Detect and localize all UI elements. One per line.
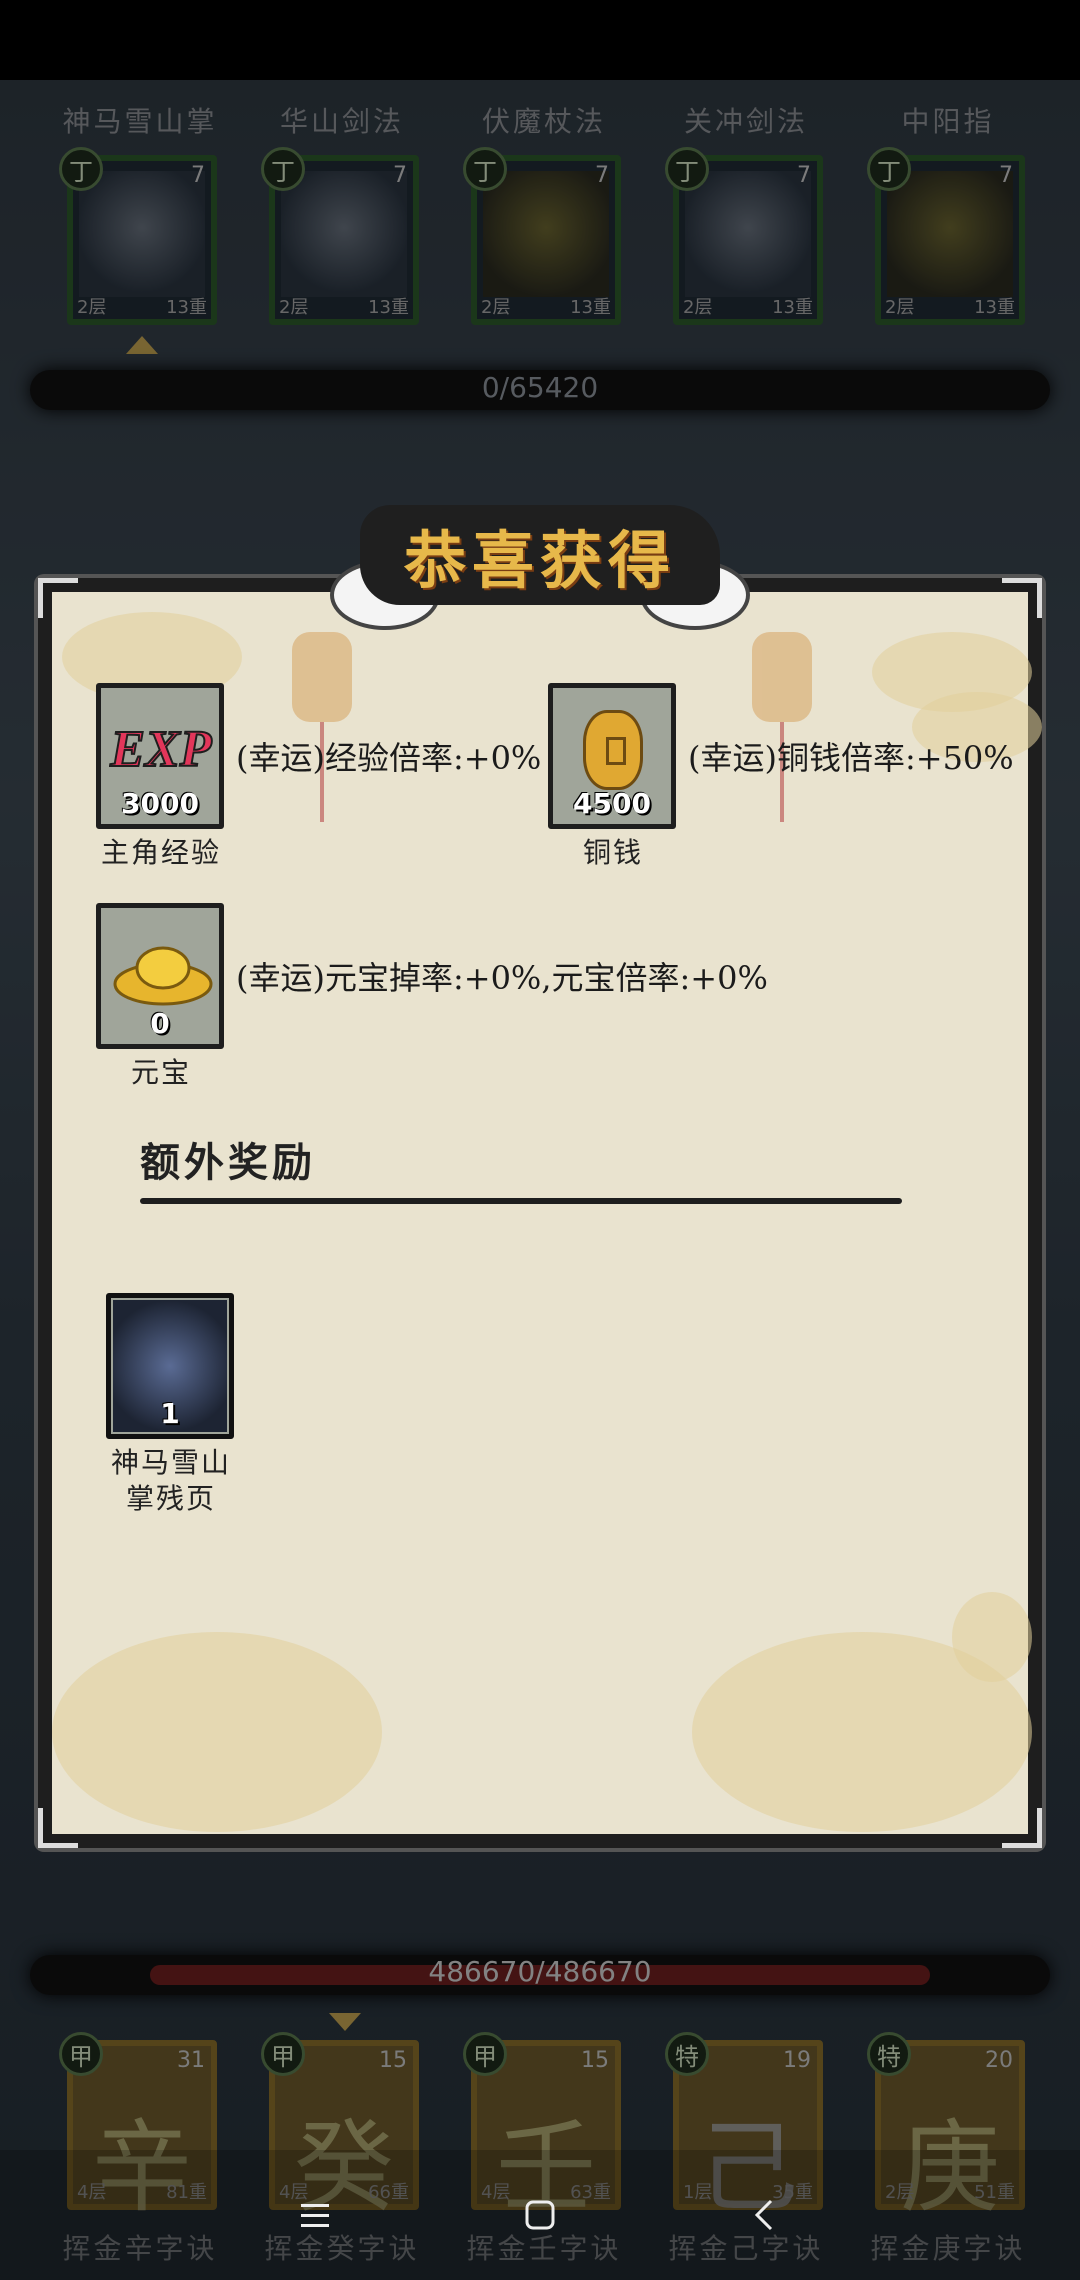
reward-label: 元宝 (130, 1056, 191, 1089)
reward-box: EXP 3000 (96, 683, 224, 829)
reward-label: 神马雪山 掌残页 (106, 1445, 236, 1517)
lantern-icon (752, 632, 812, 822)
corner-ornament (38, 1808, 78, 1848)
popup-title-banner: 恭喜获得 (360, 505, 720, 605)
copper-coin-icon (583, 710, 643, 790)
svg-text:EXP: EXP (109, 721, 212, 778)
corner-ornament (38, 578, 78, 618)
copper-rate-text: (幸运)铜钱倍率:+50% (688, 739, 1014, 777)
reward-box: 1 (106, 1293, 234, 1439)
reward-label-line: 神马雪山 (110, 1446, 231, 1479)
back-button[interactable] (730, 2180, 800, 2250)
status-bar (0, 0, 1080, 80)
reward-copper[interactable]: 4500 铜钱 (548, 683, 678, 871)
reward-box: 0 (96, 903, 224, 1049)
system-nav-bar (0, 2150, 1080, 2280)
extra-rewards-title: 额外奖励 (140, 1139, 316, 1186)
reward-amount: 1 (160, 1397, 180, 1430)
exp-rate-text: (幸运)经验倍率:+0% (236, 739, 542, 777)
home-icon (525, 2200, 555, 2230)
menu-button[interactable] (280, 2180, 350, 2250)
popup-title: 恭喜获得 (403, 524, 676, 597)
reward-label: 主角经验 (100, 836, 221, 869)
corner-ornament (1002, 578, 1042, 618)
reward-exp[interactable]: EXP 3000 主角经验 (96, 683, 226, 871)
reward-amount: 3000 (121, 787, 199, 820)
reward-label-line: 掌残页 (125, 1482, 216, 1515)
reward-ingot[interactable]: 0 元宝 (96, 903, 226, 1091)
section-divider (140, 1198, 902, 1204)
ingot-rate-text: (幸运)元宝掉率:+0%,元宝倍率:+0% (236, 959, 768, 997)
menu-icon (301, 2204, 329, 2227)
reward-box: 4500 (548, 683, 676, 829)
reward-amount: 4500 (573, 787, 651, 820)
reward-manual-page[interactable]: 1 神马雪山 掌残页 (106, 1293, 236, 1517)
cloud-decoration (52, 1632, 382, 1832)
lantern-icon (292, 632, 352, 822)
reward-label: 铜钱 (582, 836, 643, 869)
gold-ingot-icon (113, 946, 213, 1006)
reward-amount: 0 (150, 1007, 170, 1040)
corner-ornament (1002, 1808, 1042, 1848)
cloud-decoration (952, 1592, 1032, 1682)
back-icon (754, 2199, 773, 2231)
exp-icon: EXP (109, 720, 213, 779)
home-button[interactable] (505, 2180, 575, 2250)
